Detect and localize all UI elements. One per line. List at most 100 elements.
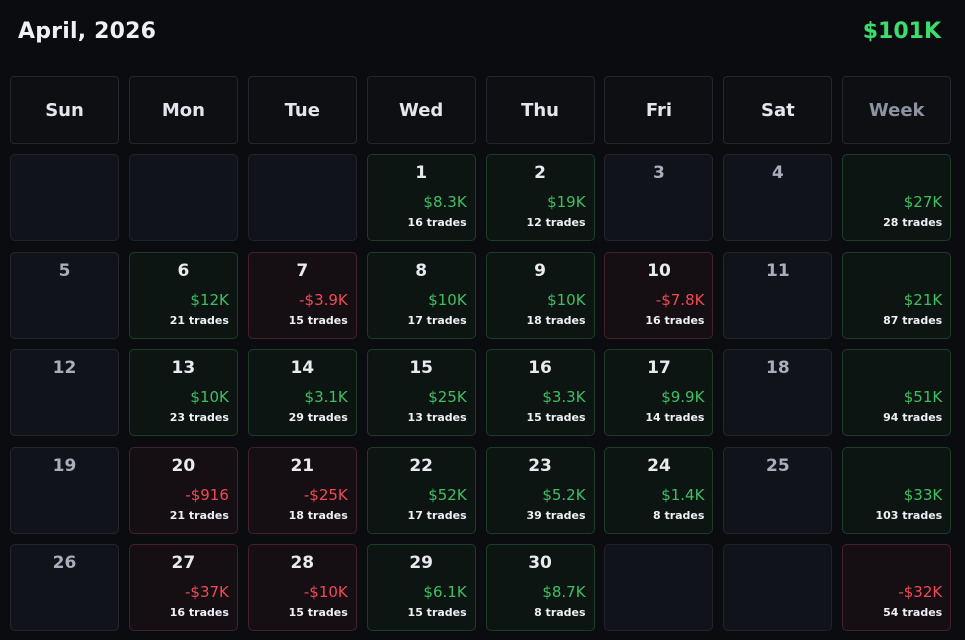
day-cell[interactable]: 9 $10K 18 trades [485, 251, 595, 339]
day-cell[interactable]: 24 $1.4K 8 trades [604, 446, 714, 534]
trade-count: 17 trades [407, 313, 467, 327]
day-cell[interactable]: 20 -$916 21 trades [128, 446, 238, 534]
day-number: 4 [771, 163, 784, 183]
week-summary-cell[interactable]: $33K 103 trades [842, 446, 952, 534]
pnl-value: $8.3K [423, 193, 467, 211]
day-number: 24 [647, 455, 671, 476]
trade-count: 15 trades [407, 606, 467, 619]
day-cell[interactable]: 2 $19K 12 trades [485, 154, 595, 241]
pnl-value: $33K [903, 485, 943, 504]
day-number: 5 [58, 260, 71, 281]
day-cell[interactable]: 21 -$25K 18 trades [247, 446, 357, 534]
day-cell[interactable]: 8 $10K 17 trades [366, 251, 476, 339]
day-number: 8 [415, 260, 428, 281]
trade-count: 23 trades [169, 411, 229, 424]
trade-count: 16 trades [645, 313, 705, 327]
week-summary-cell[interactable]: -$32K 54 trades [842, 544, 952, 631]
day-cell[interactable]: 10 -$7.8K 16 trades [604, 251, 714, 339]
day-number: 25 [766, 455, 790, 476]
day-number: 27 [171, 553, 196, 573]
weekday-fri: Fri [604, 76, 714, 144]
pnl-value: -$916 [185, 485, 229, 504]
day-cell[interactable]: 17 $9.9K 14 trades [604, 349, 714, 436]
day-number: 20 [171, 455, 196, 476]
day-cell[interactable]: 26 [10, 544, 119, 631]
weekday-mon: Mon [128, 76, 238, 144]
day-cell[interactable]: 14 $3.1K 29 trades [247, 349, 357, 436]
trade-count: 94 trades [883, 411, 943, 424]
week-summary-cell[interactable]: $51K 94 trades [842, 349, 952, 436]
month-title: April, 2026 [18, 18, 157, 44]
day-cell[interactable]: 16 $3.3K 15 trades [485, 349, 595, 436]
trade-count: 28 trades [883, 216, 943, 229]
weekday-tue: Tue [247, 76, 357, 144]
day-number: 28 [290, 553, 315, 573]
day-number: 12 [52, 358, 77, 378]
weekday-wed: Wed [366, 76, 476, 144]
pnl-value: $21K [903, 290, 943, 309]
pnl-value: $10K [190, 388, 229, 406]
day-cell[interactable]: 30 $8.7K 8 trades [485, 544, 595, 631]
day-number: 22 [409, 455, 433, 476]
day-number: 1 [415, 163, 428, 183]
weekday-thu: Thu [485, 76, 595, 144]
trade-count: 29 trades [288, 411, 348, 424]
day-number: 6 [177, 260, 190, 281]
pnl-value: $9.9K [661, 388, 705, 406]
pnl-value: $25K [428, 388, 467, 406]
pnl-value: $1.4K [661, 485, 705, 504]
day-cell[interactable]: 6 $12K 21 trades [128, 251, 238, 339]
day-number: 11 [766, 260, 790, 281]
pnl-value: $3.3K [542, 388, 586, 406]
day-number: 17 [647, 358, 671, 378]
trade-count: 21 trades [169, 508, 229, 522]
day-cell[interactable]: 5 [10, 251, 119, 339]
trade-count: 39 trades [526, 508, 586, 522]
empty-day-cell [604, 544, 714, 631]
weekday-sun: Sun [10, 76, 119, 144]
day-number: 19 [52, 455, 77, 476]
trade-count: 16 trades [169, 606, 229, 619]
calendar-header: April, 2026 $101K [18, 14, 941, 48]
day-cell[interactable]: 4 [723, 154, 833, 241]
day-cell[interactable]: 29 $6.1K 15 trades [366, 544, 476, 631]
trade-count: 15 trades [288, 313, 348, 327]
pnl-value: $5.2K [542, 485, 586, 504]
pnl-value: -$25K [303, 485, 348, 504]
day-cell[interactable]: 11 [723, 251, 833, 339]
day-number: 3 [653, 163, 665, 183]
day-cell[interactable]: 15 $25K 13 trades [366, 349, 476, 436]
day-number: 15 [409, 358, 433, 378]
pnl-value: -$3.9K [299, 290, 348, 309]
trade-count: 16 trades [407, 216, 467, 229]
day-cell[interactable]: 7 -$3.9K 15 trades [247, 251, 357, 339]
day-number: 16 [528, 358, 552, 378]
trade-count: 18 trades [288, 508, 348, 522]
pnl-value: $10K [428, 290, 467, 309]
empty-day-cell [723, 544, 833, 631]
day-cell[interactable]: 25 [723, 446, 833, 534]
day-number: 23 [528, 455, 552, 476]
day-cell[interactable]: 3 [604, 154, 714, 241]
empty-day-cell [247, 154, 357, 241]
day-cell[interactable]: 27 -$37K 16 trades [128, 544, 238, 631]
day-number: 21 [290, 455, 315, 476]
week-summary-cell[interactable]: $21K 87 trades [842, 251, 952, 339]
pnl-value: $6.1K [423, 583, 467, 601]
day-cell[interactable]: 12 [10, 349, 119, 436]
trade-count: 103 trades [875, 508, 943, 522]
pnl-value: -$37K [185, 583, 229, 601]
trade-count: 15 trades [526, 411, 586, 424]
day-cell[interactable]: 1 $8.3K 16 trades [366, 154, 476, 241]
day-number: 13 [171, 358, 196, 378]
day-cell[interactable]: 23 $5.2K 39 trades [485, 446, 595, 534]
day-cell[interactable]: 13 $10K 23 trades [128, 349, 238, 436]
day-cell[interactable]: 19 [10, 446, 119, 534]
trade-count: 14 trades [645, 411, 705, 424]
day-cell[interactable]: 28 -$10K 15 trades [247, 544, 357, 631]
week-summary-cell[interactable]: $27K 28 trades [842, 154, 952, 241]
month-total-pnl: $101K [862, 18, 941, 44]
day-cell[interactable]: 22 $52K 17 trades [366, 446, 476, 534]
trade-count: 18 trades [526, 313, 586, 327]
day-cell[interactable]: 18 [723, 349, 833, 436]
